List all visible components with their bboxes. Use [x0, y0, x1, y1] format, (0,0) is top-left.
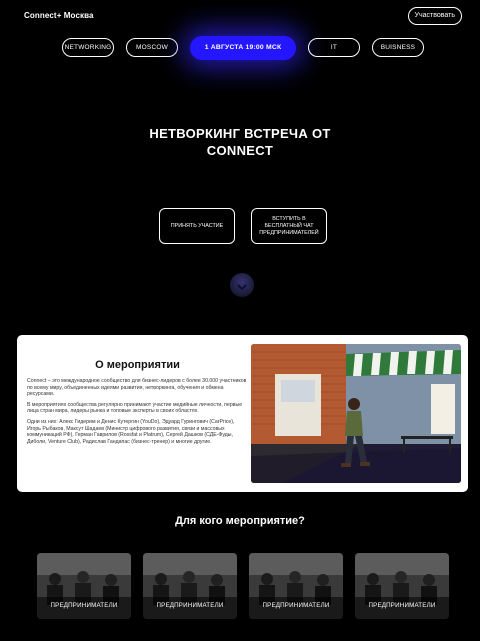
tag-pills: NETWORKING MOSCOW 1 АВГУСТА 19:00 МСК IT…: [0, 36, 480, 62]
about-text: Connect – это международное сообщество д…: [27, 378, 249, 449]
audience-card-label: ПРЕДПРИНИМАТЕЛИ: [50, 602, 118, 609]
audience-photo: [143, 553, 237, 619]
audience-title: Для кого мероприятие?: [175, 515, 305, 527]
tag-business[interactable]: BUISNESS: [372, 38, 424, 57]
event-date-badge[interactable]: 1 АВГУСТА 19:00 МСК: [190, 36, 296, 60]
audience-photo: [37, 553, 131, 619]
about-paragraph: В мероприятиях сообщества регулярно прин…: [27, 401, 243, 415]
audience-card[interactable]: ПРЕДПРИНИМАТЕЛИ: [37, 553, 131, 619]
audience-photo: [355, 553, 449, 619]
street-photo-illustration: [251, 344, 461, 483]
tag-city[interactable]: MOSCOW: [126, 38, 178, 57]
chevron-down-icon: [237, 284, 247, 290]
audience-card[interactable]: ПРЕДПРИНИМАТЕЛИ: [355, 553, 449, 619]
hero-title-line2: CONNECT: [206, 143, 274, 158]
about-title: О мероприятии: [95, 359, 180, 371]
audience-photo: [249, 553, 343, 619]
scroll-down-button[interactable]: [230, 273, 254, 297]
about-paragraph: Одни из них: Алекс Гидерим и Денис Кутер…: [27, 418, 235, 445]
about-section: О мероприятии Connect – это международно…: [17, 335, 468, 492]
tag-networking[interactable]: NETWORKING: [62, 38, 114, 57]
hero-title: НЕТВОРКИНГ ВСТРЕЧА ОТ CONNECT: [0, 125, 480, 159]
brand-logo[interactable]: Connect+ Москва: [24, 11, 94, 20]
audience-card[interactable]: ПРЕДПРИНИМАТЕЛИ: [143, 553, 237, 619]
audience-card[interactable]: ПРЕДПРИНИМАТЕЛИ: [249, 553, 343, 619]
join-chat-button[interactable]: ВСТУПИТЬ В БЕСПЛАТНЫЙ ЧАТ ПРЕДПРИНИМАТЕЛ…: [251, 208, 327, 244]
about-paragraph: Connect – это международное сообщество д…: [27, 378, 247, 398]
audience-cards: ПРЕДПРИНИМАТЕЛИ ПРЕДПРИНИМАТЕЛИ ПРЕДПРИН…: [0, 553, 480, 619]
participate-button[interactable]: Участвовать: [407, 7, 462, 25]
join-button[interactable]: ПРИНЯТЬ УЧАСТИЕ: [159, 208, 235, 244]
audience-card-label: ПРЕДПРИНИМАТЕЛИ: [156, 602, 224, 609]
audience-card-label: ПРЕДПРИНИМАТЕЛИ: [262, 602, 330, 609]
audience-card-label: ПРЕДПРИНИМАТЕЛИ: [368, 602, 436, 609]
tag-it[interactable]: IT: [308, 38, 360, 57]
event-photo: [251, 344, 461, 483]
top-bar: Connect+ Москва Участвовать: [0, 0, 480, 32]
hero-title-line1: НЕТВОРКИНГ ВСТРЕЧА ОТ: [149, 126, 331, 141]
